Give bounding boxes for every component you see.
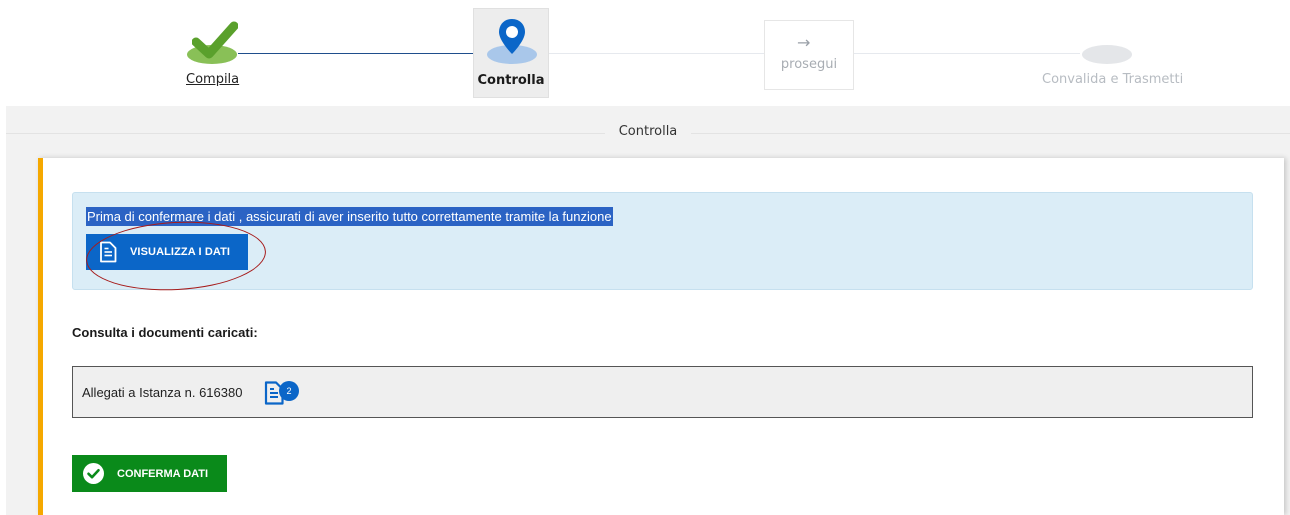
attachments-label: Allegati a Istanza n. 616380 [82, 385, 243, 400]
check-icon [192, 21, 238, 59]
step-label-prosegui: prosegui [780, 57, 838, 72]
stepper-connector [238, 53, 474, 54]
view-data-button[interactable]: VISUALIZZA I DATI [86, 234, 248, 270]
attachments-panel: Allegati a Istanza n. 616380 2 [72, 366, 1253, 418]
documents-heading: Consulta i documenti caricati: [72, 325, 258, 340]
info-alert: Prima di confermare i dati , assicurati … [72, 192, 1253, 295]
document-icon [100, 241, 117, 263]
progress-stepper: Compila Controlla → prosegui Convalida e… [0, 0, 1290, 106]
alert-text: Prima di confermare i dati , assicurati … [86, 207, 613, 226]
check-circle-icon [83, 463, 104, 484]
page-gutter [6, 166, 38, 515]
section-header: Controlla [6, 106, 1290, 166]
step-controlla[interactable]: Controlla [473, 8, 549, 98]
arrow-right-icon: → [797, 33, 811, 52]
view-data-label: VISUALIZZA I DATI [130, 246, 231, 258]
review-card: Prima di confermare i dati , assicurati … [38, 158, 1284, 515]
attachment-count-badge[interactable]: 2 [279, 381, 299, 401]
page-gutter [1284, 166, 1290, 515]
stepper-connector [548, 53, 764, 54]
step-label-compila[interactable]: Compila [186, 72, 239, 87]
section-title: Controlla [604, 124, 692, 139]
stepper-connector [854, 53, 1080, 54]
map-pin-icon [499, 19, 525, 54]
step-label-convalida-trasmetti: Convalida e Trasmetti [1042, 72, 1184, 87]
confirm-data-label: CONFERMA DATI [117, 467, 209, 480]
step-label-controlla: Controlla [477, 73, 545, 88]
confirm-data-button[interactable]: CONFERMA DATI [72, 455, 227, 492]
step-prosegui[interactable]: → prosegui [764, 20, 854, 90]
circle-icon [1082, 45, 1132, 64]
